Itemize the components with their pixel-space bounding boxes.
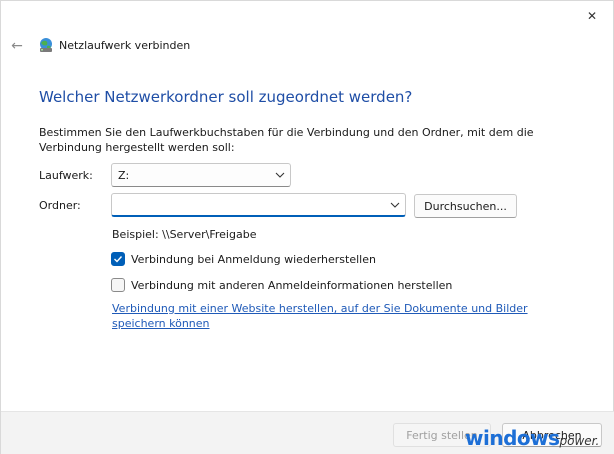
checkmark-icon	[114, 256, 123, 263]
other-credentials-option[interactable]: Verbindung mit anderen Anmeldeinformatio…	[111, 277, 452, 293]
close-icon: ✕	[586, 9, 598, 23]
drive-letter-select[interactable]: Z:	[111, 163, 291, 187]
chevron-down-icon	[275, 172, 285, 178]
website-connection-link[interactable]: Verbindung mit einer Website herstellen,…	[112, 301, 582, 331]
watermark-text-power: power.	[559, 434, 600, 448]
browse-button[interactable]: Durchsuchen...	[414, 194, 517, 218]
drive-label: Laufwerk:	[39, 169, 93, 182]
reconnect-option[interactable]: Verbindung bei Anmeldung wiederherstelle…	[111, 251, 376, 267]
folder-combobox[interactable]	[111, 193, 406, 217]
example-path-text: Beispiel: \\Server\Freigabe	[112, 228, 257, 241]
network-drive-icon	[40, 38, 52, 52]
back-button[interactable]: ←	[7, 37, 27, 55]
instructions-text: Bestimmen Sie den Laufwerkbuchstaben für…	[39, 126, 534, 154]
drive-letter-value: Z:	[118, 169, 130, 182]
dialog-window: ✕ ← Netzlaufwerk verbinden Welcher Netzw…	[0, 0, 614, 454]
watermark-text-windows: windows	[465, 426, 560, 450]
back-arrow-icon: ←	[11, 38, 23, 54]
folder-label: Ordner:	[39, 199, 81, 212]
chevron-down-icon[interactable]	[390, 201, 400, 209]
close-button[interactable]: ✕	[577, 5, 607, 27]
folder-input[interactable]	[116, 197, 381, 213]
other-credentials-checkbox[interactable]	[111, 278, 125, 292]
page-heading: Welcher Netzwerkordner soll zugeordnet w…	[39, 88, 413, 106]
window-title: Netzlaufwerk verbinden	[59, 39, 191, 52]
reconnect-label: Verbindung bei Anmeldung wiederherstelle…	[131, 252, 376, 266]
watermark-logo: windowspower.	[465, 426, 599, 450]
reconnect-checkbox[interactable]	[111, 252, 125, 266]
other-credentials-label: Verbindung mit anderen Anmeldeinformatio…	[131, 278, 453, 292]
